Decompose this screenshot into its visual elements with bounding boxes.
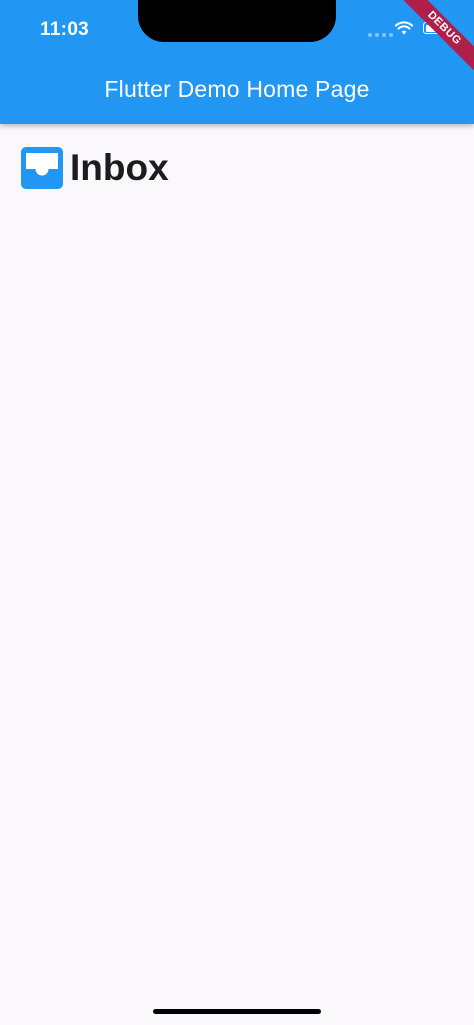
debug-label: DEBUG: [395, 0, 474, 77]
status-time: 11:03: [40, 19, 90, 40]
inbox-label: Inbox: [70, 147, 169, 188]
content-area: Inbox: [0, 124, 474, 1025]
home-indicator[interactable]: [153, 1009, 321, 1014]
inbox-icon: [21, 147, 63, 189]
debug-banner: DEBUG: [384, 0, 474, 90]
device-notch: [138, 0, 336, 42]
inbox-row: Inbox: [20, 146, 169, 190]
screen: 11:03 Flutter Demo Home Page DEBUG Inbox: [0, 0, 474, 1025]
